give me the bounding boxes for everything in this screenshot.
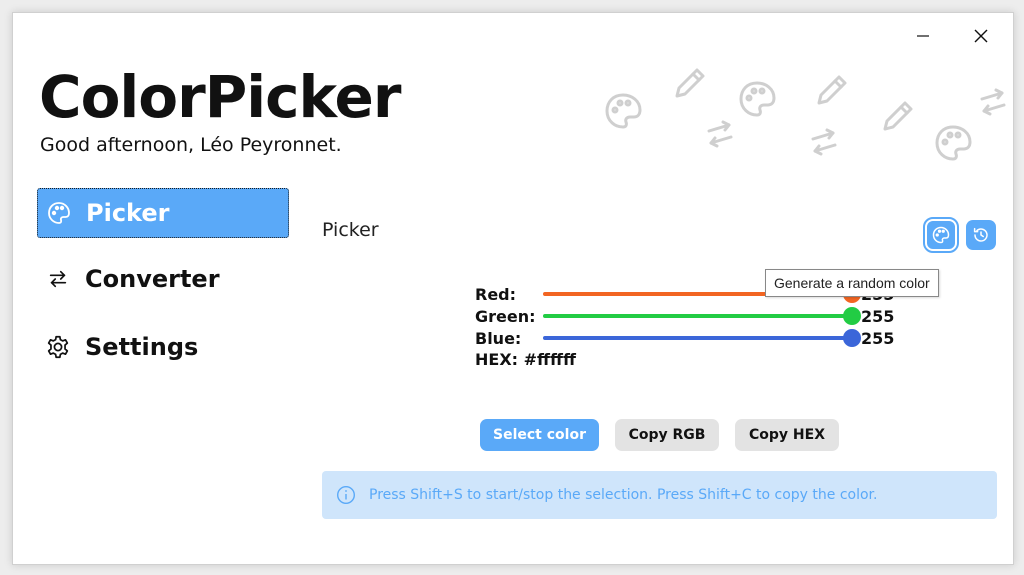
app-window: ColorPicker Good afternoon, Léo Peyronne… [12, 12, 1014, 565]
decorative-icons [605, 68, 1006, 161]
hex-label: HEX: #ffffff [475, 350, 576, 369]
green-value: 255 [861, 307, 895, 326]
random-color-button[interactable] [923, 217, 959, 253]
minimize-icon [917, 35, 929, 37]
sidebar-item-picker[interactable]: Picker [37, 188, 289, 238]
info-bar: Press Shift+S to start/stop the selectio… [322, 471, 997, 519]
close-icon [974, 29, 988, 43]
info-text: Press Shift+S to start/stop the selectio… [369, 487, 878, 503]
gear-icon [45, 334, 71, 360]
arrows-icon [980, 88, 1006, 116]
minimize-button[interactable] [901, 23, 945, 49]
app-title: ColorPicker [39, 63, 401, 131]
blue-slider-thumb[interactable] [843, 329, 861, 347]
palette-icon [605, 93, 642, 129]
green-slider-track[interactable] [543, 314, 853, 318]
info-icon [336, 485, 356, 505]
arrows-icon [707, 120, 733, 148]
close-button[interactable] [959, 23, 1003, 49]
sidebar-item-settings[interactable]: Settings [37, 323, 287, 371]
blue-label: Blue: [475, 329, 522, 348]
palette-icon [935, 125, 972, 161]
sidebar-item-label: Picker [86, 199, 170, 227]
green-slider-thumb[interactable] [843, 307, 861, 325]
arrows-icon [45, 266, 71, 292]
random-color-tooltip: Generate a random color [765, 269, 939, 297]
greeting-text: Good afternoon, Léo Peyronnet. [40, 134, 342, 156]
palette-icon [739, 81, 776, 117]
palette-icon [932, 226, 950, 244]
red-label: Red: [475, 285, 517, 304]
copy-rgb-button[interactable]: Copy RGB [615, 419, 719, 451]
pencil-icon [675, 68, 705, 98]
blue-slider-track[interactable] [543, 336, 853, 340]
select-color-button[interactable]: Select color [480, 419, 599, 451]
pencil-icon [883, 101, 913, 131]
history-icon [973, 227, 988, 242]
arrows-icon [811, 128, 837, 156]
blue-value: 255 [861, 329, 895, 348]
palette-icon [46, 200, 72, 226]
section-title: Picker [322, 219, 379, 241]
copy-hex-button[interactable]: Copy HEX [735, 419, 839, 451]
sidebar-item-label: Converter [85, 265, 220, 293]
sidebar-item-label: Settings [85, 333, 199, 361]
green-label: Green: [475, 307, 536, 326]
history-button[interactable] [966, 220, 996, 250]
pencil-icon [817, 75, 847, 105]
sidebar-item-converter[interactable]: Converter [37, 255, 287, 303]
